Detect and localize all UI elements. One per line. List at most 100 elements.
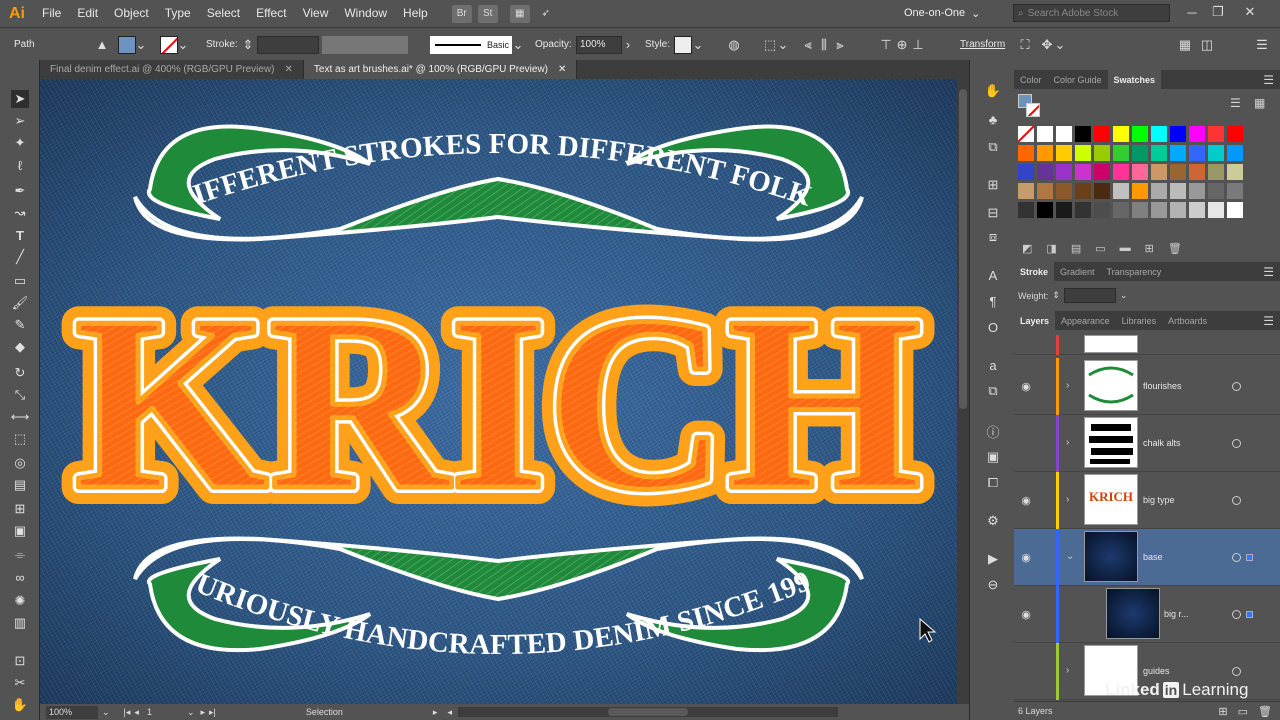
stock-button[interactable]: St xyxy=(477,4,498,23)
color-groups-icon[interactable]: ⧉ xyxy=(984,382,1002,400)
color-swatch[interactable] xyxy=(1094,164,1110,180)
color-swatch[interactable] xyxy=(1037,164,1053,180)
menu-view[interactable]: View xyxy=(295,0,337,27)
chevron-down-icon[interactable]: ⌄ xyxy=(1055,37,1066,53)
layer-name[interactable]: flourishes xyxy=(1143,381,1182,391)
arrange-documents-icon[interactable]: ▦ xyxy=(509,4,530,23)
color-swatch[interactable] xyxy=(1132,164,1148,180)
color-swatch[interactable] xyxy=(1227,183,1243,199)
graphic-styles-icon[interactable]: ⧉ xyxy=(984,138,1002,156)
width-tool-icon[interactable]: ⟷ xyxy=(11,408,30,426)
direct-selection-tool-icon[interactable]: ➢ xyxy=(11,112,29,130)
color-swatch[interactable] xyxy=(1170,145,1186,161)
color-swatch[interactable] xyxy=(1056,164,1072,180)
color-swatch[interactable] xyxy=(1094,183,1110,199)
restore-icon[interactable]: ❐ xyxy=(1208,2,1228,22)
stepper-icon[interactable]: ⇕ xyxy=(1052,290,1060,301)
rotate-tool-icon[interactable]: ↻ xyxy=(11,364,29,382)
close-icon[interactable]: ✕ xyxy=(285,64,293,75)
menu-type[interactable]: Type xyxy=(157,0,199,27)
opentype-icon[interactable]: O xyxy=(984,318,1002,336)
menu-select[interactable]: Select xyxy=(199,0,248,27)
delete-swatch-icon[interactable]: 🗑 xyxy=(1168,242,1182,255)
bridge-button[interactable]: Br xyxy=(451,4,472,23)
color-swatch[interactable] xyxy=(1075,145,1091,161)
symbols-icon[interactable]: ♣ xyxy=(984,110,1002,128)
panel-menu-icon[interactable]: ☰ xyxy=(1263,73,1274,87)
align-to-icon[interactable]: ⬚ xyxy=(762,37,778,53)
tab-color-guide[interactable]: Color Guide xyxy=(1048,70,1108,89)
color-swatch[interactable] xyxy=(1208,126,1224,142)
graphic-style-swatch[interactable] xyxy=(674,35,692,54)
color-swatch[interactable] xyxy=(1075,126,1091,142)
target-icon[interactable] xyxy=(1232,552,1241,562)
color-swatch[interactable] xyxy=(1056,126,1072,142)
gradient-tool-icon[interactable]: ▣ xyxy=(11,522,29,540)
first-artboard-icon[interactable]: |◂ xyxy=(124,707,131,718)
hand-tool-icon[interactable]: ✋ xyxy=(11,696,29,714)
color-swatch[interactable] xyxy=(1132,202,1148,218)
color-swatch[interactable] xyxy=(1113,183,1129,199)
thumbnail-view-icon[interactable]: ▦ xyxy=(1254,96,1265,110)
color-swatch[interactable] xyxy=(1189,202,1205,218)
new-color-group-icon[interactable]: ▬ xyxy=(1120,242,1131,254)
shaper-tool-icon[interactable]: ✎ xyxy=(11,316,29,334)
slice-tool-icon[interactable]: ✂ xyxy=(11,674,29,692)
magic-wand-tool-icon[interactable]: ✦ xyxy=(11,134,29,152)
color-swatch[interactable] xyxy=(1037,126,1053,142)
layer-name[interactable]: chalk alts xyxy=(1143,438,1181,448)
layer-name[interactable]: base xyxy=(1143,552,1163,562)
show-kinds-icon[interactable]: ▤ xyxy=(1071,242,1081,255)
color-swatch[interactable] xyxy=(1075,164,1091,180)
panel-menu-icon[interactable]: ☰ xyxy=(1263,265,1274,279)
color-swatch[interactable] xyxy=(1170,164,1186,180)
color-swatch[interactable] xyxy=(1227,164,1243,180)
layer-row[interactable]: ◉ ⌄ base xyxy=(1014,529,1280,586)
vertical-scrollbar[interactable] xyxy=(957,79,969,704)
line-tool-icon[interactable]: ╱ xyxy=(11,248,29,266)
stroke-weight-field[interactable] xyxy=(257,35,319,54)
eye-icon[interactable]: ◉ xyxy=(1020,495,1032,507)
menu-effect[interactable]: Effect xyxy=(248,0,294,27)
selection-tool-icon[interactable]: ➤ xyxy=(11,90,29,108)
color-swatch[interactable] xyxy=(1018,202,1034,218)
color-swatch[interactable] xyxy=(1094,145,1110,161)
tab-appearance[interactable]: Appearance xyxy=(1055,311,1116,330)
status-menu-icon[interactable]: ▸ xyxy=(433,707,438,718)
eraser-tool-icon[interactable]: ◆ xyxy=(11,338,29,356)
fill-swatch[interactable] xyxy=(118,35,136,54)
new-sublayer-icon[interactable]: ⊞ xyxy=(1218,705,1227,718)
panel-menu-icon[interactable]: ☰ xyxy=(1263,314,1274,328)
tab-text-as-art-brushes[interactable]: Text as art brushes.ai* @ 100% (RGB/GPU … xyxy=(303,60,578,79)
info-icon[interactable]: ⓘ xyxy=(984,422,1002,440)
tab-libraries[interactable]: Libraries xyxy=(1116,311,1163,330)
close-icon[interactable]: ✕ xyxy=(1240,2,1260,22)
variable-width-profile[interactable] xyxy=(322,35,408,54)
color-swatch[interactable] xyxy=(1151,202,1167,218)
panel-menu-icon[interactable]: ☰ xyxy=(1254,37,1270,53)
color-swatch[interactable] xyxy=(1113,126,1129,142)
color-swatch[interactable] xyxy=(1132,183,1148,199)
color-swatch[interactable] xyxy=(1094,126,1110,142)
align-top-icon[interactable]: ⊤ xyxy=(878,37,894,53)
puppet-warp-icon[interactable]: ✥ xyxy=(1039,37,1055,53)
tab-transparency[interactable]: Transparency xyxy=(1101,262,1168,281)
links-icon[interactable]: ⧠ xyxy=(984,474,1002,492)
pathfinder-icon[interactable]: ⧈ xyxy=(984,228,1002,246)
menu-help[interactable]: Help xyxy=(395,0,436,27)
menu-object[interactable]: Object xyxy=(106,0,157,27)
align-right-icon[interactable]: ⫸ xyxy=(832,37,848,53)
target-icon[interactable] xyxy=(1232,381,1241,391)
mesh-tool-icon[interactable]: ⊞ xyxy=(11,500,29,518)
align-vcenter-icon[interactable]: ⊕ xyxy=(894,37,910,53)
next-artboard-icon[interactable]: ▸ xyxy=(200,707,205,718)
align-left-icon[interactable]: ⫷ xyxy=(800,37,816,53)
color-swatch[interactable] xyxy=(1151,126,1167,142)
chevron-right-icon[interactable]: › xyxy=(622,37,634,53)
chevron-down-icon[interactable]: ⌄ xyxy=(178,37,189,53)
menu-file[interactable]: File xyxy=(34,0,69,27)
free-transform-tool-icon[interactable]: ⬚ xyxy=(11,430,29,448)
blend-tool-icon[interactable]: ∞ xyxy=(11,568,29,586)
perspective-grid-tool-icon[interactable]: ▤ xyxy=(11,476,29,494)
color-swatch[interactable] xyxy=(1075,202,1091,218)
